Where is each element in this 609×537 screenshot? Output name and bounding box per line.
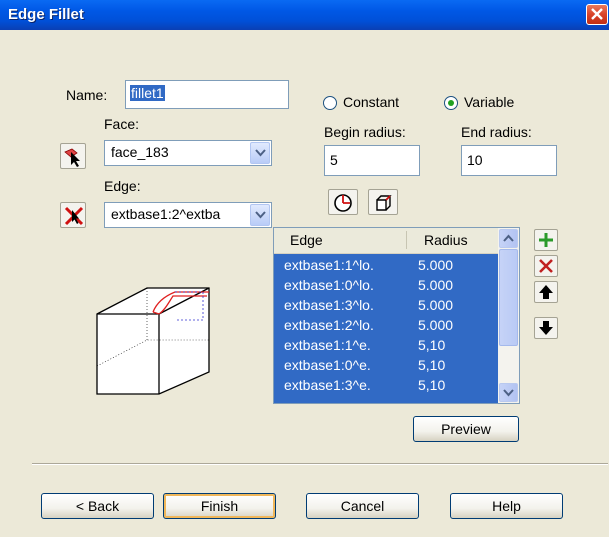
face-select-arrow-icon [64, 148, 80, 167]
add-edge-button[interactable] [534, 229, 558, 251]
name-label: Name: [66, 87, 108, 103]
edge-combobox[interactable]: extbase1:2^extba [104, 202, 272, 228]
close-icon [591, 8, 603, 20]
constant-radio[interactable] [322, 95, 338, 111]
end-radius-label: End radius: [461, 124, 532, 140]
variable-radio[interactable] [443, 95, 459, 111]
help-button[interactable]: Help [450, 493, 563, 519]
edge-cell: extbase1:1^e. [284, 337, 371, 353]
edge-cell: extbase1:2^lo. [284, 317, 374, 333]
chevron-up-icon [503, 234, 514, 242]
face-combobox[interactable]: face_183 [104, 140, 272, 166]
move-down-button[interactable] [534, 317, 558, 339]
end-radius-value: 10 [467, 152, 483, 168]
begin-radius-label: Begin radius: [324, 124, 406, 140]
edge-remove-icon [64, 206, 84, 226]
x-delete-icon [539, 259, 553, 273]
arrow-down-icon [539, 321, 553, 335]
list-item[interactable]: extbase1:1^e. 5,10 [274, 336, 498, 356]
radius-cell: 5,10 [418, 357, 446, 373]
radius-cell: 5.000 [418, 297, 454, 313]
radius-cell: 5.000 [418, 257, 454, 273]
edge-cell: extbase1:1^lo. [284, 257, 374, 273]
face-dropdown-button[interactable] [250, 142, 270, 164]
box-tool-button[interactable] [368, 189, 398, 215]
face-value: face_183 [111, 144, 169, 160]
close-button[interactable] [586, 4, 608, 25]
preview-button[interactable]: Preview [413, 416, 519, 442]
chevron-down-icon [255, 211, 266, 219]
face-label: Face: [104, 116, 140, 132]
list-item[interactable]: extbase1:3^e. 5,10 [274, 376, 498, 396]
variable-label[interactable]: Variable [464, 94, 514, 110]
list-scrollbar[interactable] [498, 228, 519, 403]
chevron-down-icon [503, 389, 514, 397]
list-body[interactable]: extbase1:1^lo. 5.000 extbase1:0^lo. 5.00… [274, 254, 498, 403]
pie-chart-icon [334, 194, 352, 212]
edge-cell: extbase1:0^lo. [284, 277, 374, 293]
pie-tool-button[interactable] [328, 189, 358, 215]
edge-preview-image [96, 287, 210, 395]
plus-icon [539, 233, 553, 247]
list-item[interactable]: extbase1:0^lo. 5.000 [274, 276, 498, 296]
move-up-button[interactable] [534, 281, 558, 303]
column-separator[interactable] [406, 231, 407, 249]
finish-button[interactable]: Finish [163, 493, 276, 519]
scroll-thumb[interactable] [499, 249, 518, 346]
box-3d-icon [376, 195, 392, 211]
begin-radius-input[interactable]: 5 [324, 145, 420, 176]
edge-cell: extbase1:3^lo. [284, 297, 374, 313]
name-value: fillet1 [130, 85, 165, 101]
begin-radius-value: 5 [330, 152, 338, 168]
scroll-up-button[interactable] [499, 229, 518, 248]
list-item[interactable]: extbase1:0^e. 5,10 [274, 356, 498, 376]
radius-cell: 5,10 [418, 377, 446, 393]
edge-pick-button[interactable] [60, 202, 86, 228]
face-pick-button[interactable] [60, 143, 86, 169]
window-title: Edge Fillet [8, 6, 84, 23]
back-button[interactable]: < Back [41, 493, 154, 519]
chevron-down-icon [255, 149, 266, 157]
list-item[interactable]: extbase1:2^lo. 5.000 [274, 316, 498, 336]
edge-fillet-dialog: Edge Fillet Name: fillet1 Face: face_183… [0, 0, 609, 537]
edge-label: Edge: [104, 178, 141, 194]
title-bar[interactable]: Edge Fillet [0, 0, 609, 30]
column-edge[interactable]: Edge [290, 232, 323, 248]
constant-label[interactable]: Constant [343, 94, 399, 110]
end-radius-input[interactable]: 10 [461, 145, 557, 176]
cancel-button[interactable]: Cancel [306, 493, 419, 519]
radius-cell: 5.000 [418, 277, 454, 293]
radius-cell: 5.000 [418, 317, 454, 333]
list-item[interactable]: extbase1:1^lo. 5.000 [274, 256, 498, 276]
scroll-down-button[interactable] [499, 383, 518, 402]
separator [32, 463, 608, 465]
delete-edge-button[interactable] [534, 255, 558, 277]
radius-cell: 5,10 [418, 337, 446, 353]
list-item[interactable]: extbase1:3^lo. 5.000 [274, 296, 498, 316]
edge-cell: extbase1:0^e. [284, 357, 371, 373]
arrow-up-icon [539, 285, 553, 299]
column-radius[interactable]: Radius [424, 232, 468, 248]
edge-dropdown-button[interactable] [250, 204, 270, 226]
edge-radius-list[interactable]: Edge Radius extbase1:1^lo. 5.000 extbase… [273, 227, 520, 404]
edge-cell: extbase1:3^e. [284, 377, 371, 393]
name-input[interactable]: fillet1 [125, 80, 289, 109]
list-header: Edge Radius [274, 228, 502, 254]
edge-value: extbase1:2^extba [111, 206, 221, 222]
